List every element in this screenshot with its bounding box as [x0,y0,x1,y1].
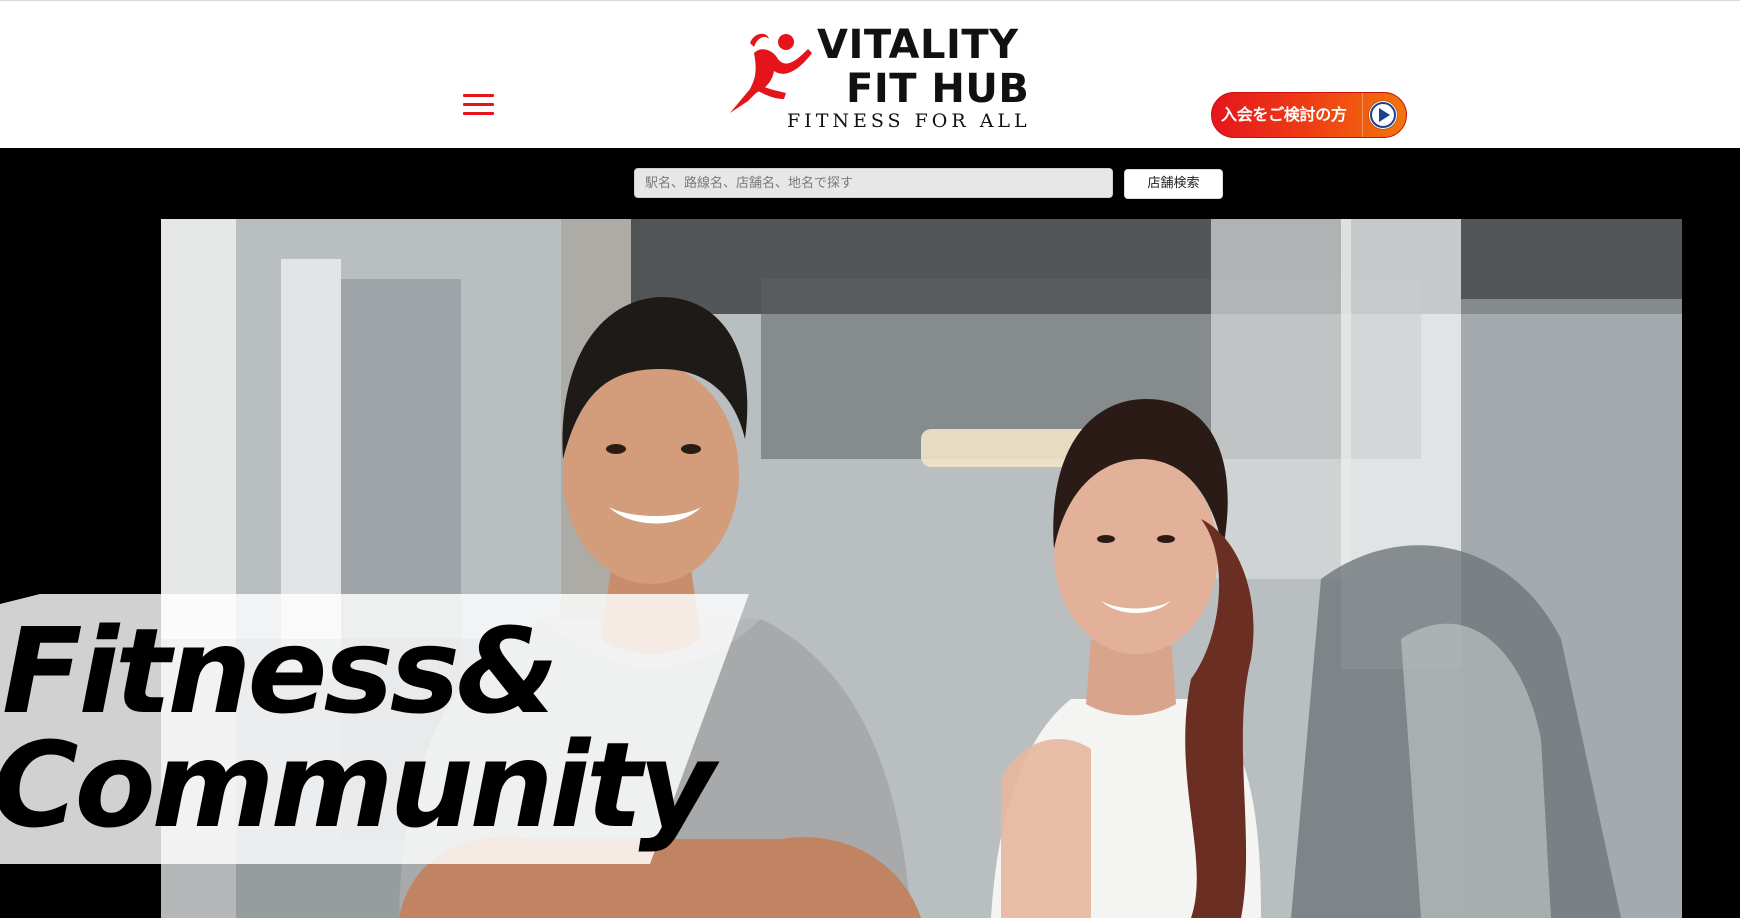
site-logo[interactable]: VITALITY FIT HUB FITNESS FOR ALL [720,23,1045,135]
store-search-button[interactable]: 店舗検索 [1124,169,1223,199]
play-circle-icon [1369,101,1397,129]
store-search-input[interactable] [634,168,1113,198]
logo-name-line1: VITALITY [817,22,1019,68]
site-header: VITALITY FIT HUB FITNESS FOR ALL 入会をご検討の… [0,0,1740,148]
join-button-divider [1362,93,1363,137]
logo-tagline: FITNESS FOR ALL [787,110,1031,132]
join-consider-button[interactable]: 入会をご検討の方 [1211,92,1407,138]
hero-headline-line1: Fitness& [2,602,559,740]
join-button-label: 入会をご検討の方 [1221,105,1347,124]
runner-icon [720,29,816,115]
hamburger-menu-icon[interactable] [463,94,494,118]
logo-name-line2: FIT HUB [846,66,1030,112]
hero-headline-line2: Community [0,716,715,854]
store-search-bar: 店舗検索 [0,148,1740,219]
